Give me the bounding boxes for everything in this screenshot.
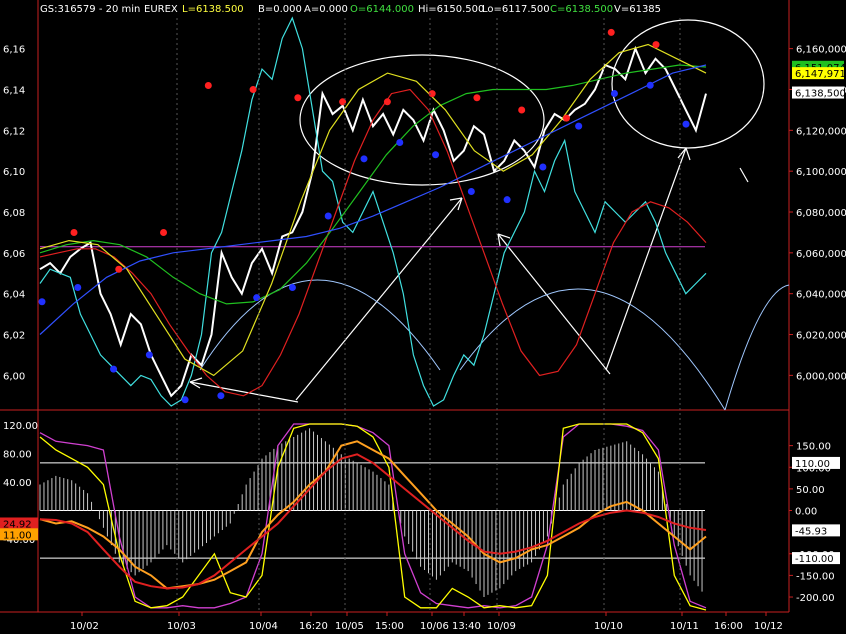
low-marker (145, 351, 153, 359)
y-tick-left: 6,14 (3, 85, 25, 96)
x-tick-label: 10/06 (420, 621, 449, 632)
x-tick-label: 15:00 (375, 621, 404, 632)
low-marker (253, 294, 261, 302)
y-tick-right: 6,040,000 (796, 290, 846, 301)
low-marker (503, 196, 511, 204)
y-tick-left: 6,16 (3, 45, 25, 56)
osc-tick-left: 40.00 (3, 478, 32, 489)
low-marker (396, 138, 404, 146)
low-marker (610, 89, 618, 97)
high-marker (383, 98, 391, 106)
x-tick-label: 10/04 (249, 621, 278, 632)
price-badge-label: 6,138,500 (795, 89, 846, 100)
header-close: C=6138.500 (550, 4, 613, 15)
y-tick-left: 6,00 (3, 371, 25, 382)
y-tick-right: 6,060,000 (796, 249, 846, 260)
low-marker (646, 81, 654, 89)
chart-header: GS:316579 - 20 min EUREX L=6138.500 B=0.… (40, 4, 661, 15)
low-marker (38, 298, 46, 306)
low-marker (682, 120, 690, 128)
x-tick-label: 10/05 (335, 621, 364, 632)
y-tick-right: 6,020,000 (796, 331, 846, 342)
y-tick-right: 6,080,000 (796, 208, 846, 219)
header-symbol: GS:316579 - 20 min (40, 4, 140, 15)
low-marker (575, 122, 583, 130)
header-ask: A=0.000 (304, 4, 348, 15)
y-tick-right: 6,000,000 (796, 371, 846, 382)
chart-canvas: GS:316579 - 20 min EUREX L=6138.500 B=0.… (0, 0, 846, 634)
high-marker (473, 94, 481, 102)
osc-tick-left: 120.00 (3, 421, 38, 432)
high-marker (204, 81, 212, 89)
high-marker (115, 265, 123, 273)
osc-tick-right: 150.00 (796, 442, 831, 453)
high-marker (70, 229, 78, 237)
y-tick-right: 6,160,000 (796, 45, 846, 56)
x-tick-label: 16:00 (714, 621, 743, 632)
low-marker (467, 187, 475, 195)
osc-badge-label: -45.93 (795, 526, 827, 537)
low-marker (539, 163, 547, 171)
header-exchange: EUREX (144, 4, 178, 15)
high-marker (562, 114, 570, 122)
low-marker (432, 151, 440, 159)
y-tick-left: 6,08 (3, 208, 25, 219)
osc-badge-label: 0.00 (795, 507, 817, 518)
x-tick-label: 10/12 (754, 621, 783, 632)
high-marker (249, 86, 257, 94)
header-high: Hi=6150.500 (418, 4, 484, 15)
y-tick-right: 6,120,000 (796, 126, 846, 137)
header-low: Lo=6117.500 (482, 4, 550, 15)
high-marker (607, 28, 615, 36)
high-marker (160, 229, 168, 237)
osc-tick-right: -200.00 (796, 593, 835, 604)
high-marker (294, 94, 302, 102)
low-marker (217, 392, 225, 400)
price-badge-label: 6,147,971 (795, 69, 846, 80)
osc-badge-label: 11.00 (3, 530, 32, 541)
header-last: L=6138.500 (182, 4, 244, 15)
y-tick-left: 6,10 (3, 167, 25, 178)
y-tick-left: 6,04 (3, 290, 25, 301)
low-marker (360, 155, 368, 163)
high-marker (518, 106, 526, 114)
osc-badge-label: 110.00 (795, 459, 830, 470)
x-tick-label: 10/09 (487, 621, 516, 632)
x-tick-label: 13:40 (452, 621, 481, 632)
y-tick-left: 6,12 (3, 126, 25, 137)
header-volume: V=61385 (614, 4, 661, 15)
y-tick-right: 6,100,000 (796, 167, 846, 178)
low-marker (74, 283, 82, 291)
low-marker (324, 212, 332, 220)
x-tick-label: 16:20 (299, 621, 328, 632)
osc-badge-label: -110.00 (795, 554, 834, 565)
osc-tick-right: 50.00 (796, 485, 825, 496)
header-open: O=6144.000 (350, 4, 414, 15)
osc-tick-left: 80.00 (3, 449, 32, 460)
y-tick-left: 6,06 (3, 249, 25, 260)
high-marker (652, 41, 660, 49)
low-marker (181, 396, 189, 404)
x-tick-label: 10/11 (670, 621, 699, 632)
y-tick-left: 6,02 (3, 331, 25, 342)
x-tick-label: 10/02 (70, 621, 99, 632)
header-bid: B=0.000 (258, 4, 302, 15)
x-tick-label: 10/03 (167, 621, 196, 632)
low-marker (110, 365, 118, 373)
x-tick-label: 10/10 (594, 621, 623, 632)
low-marker (288, 283, 296, 291)
osc-tick-right: -150.00 (796, 571, 835, 582)
